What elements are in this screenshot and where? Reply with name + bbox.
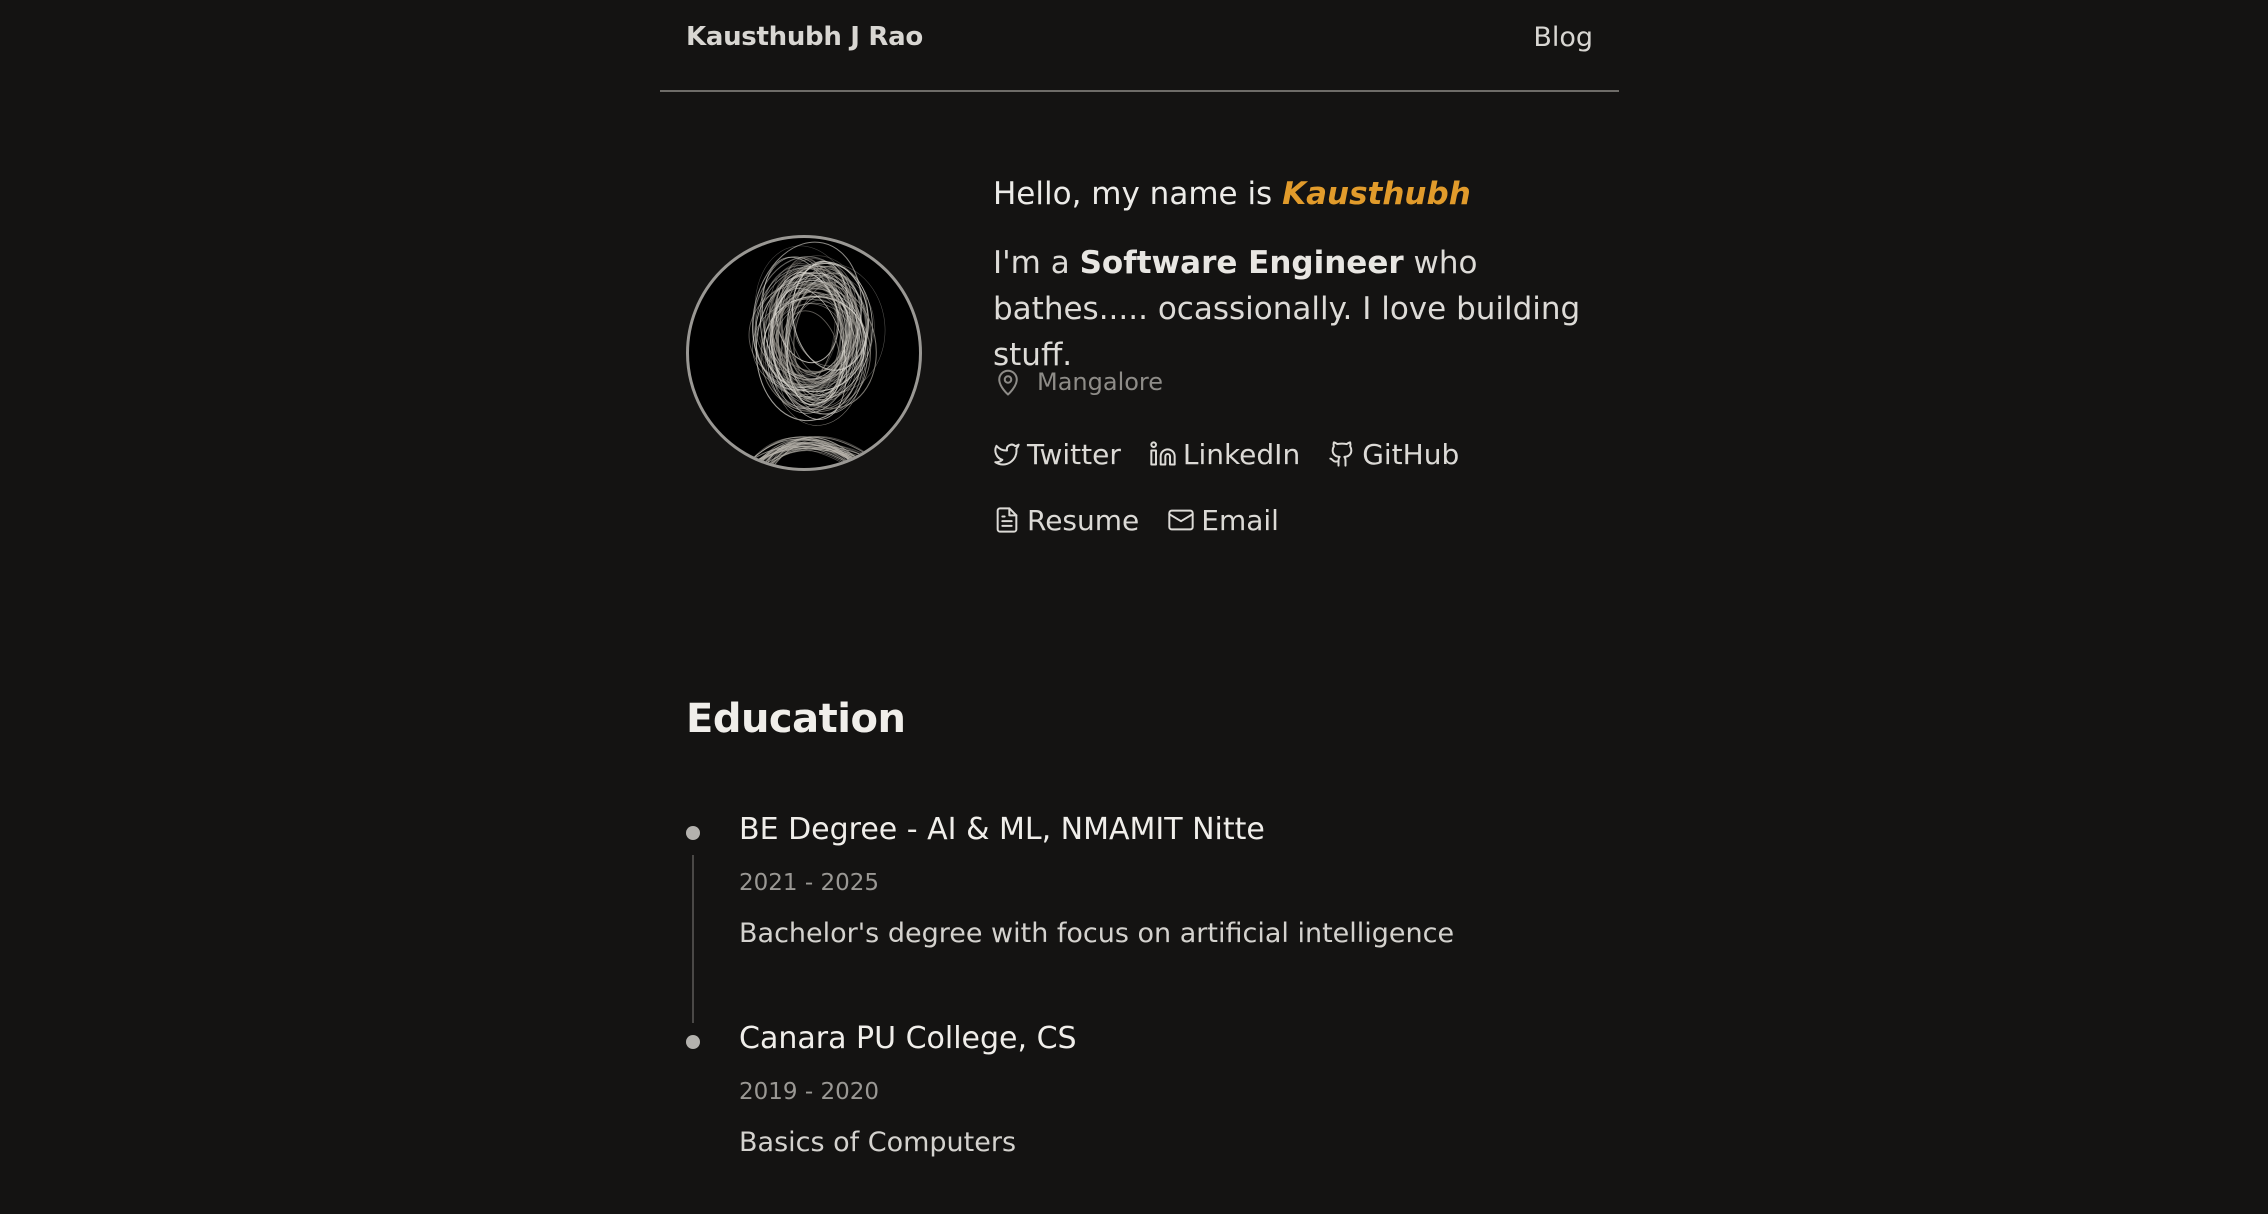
greeting: Hello, my name is Kausthubh (993, 176, 1471, 212)
avatar-sketch-image (739, 241, 891, 468)
top-nav: Kausthubh J Rao Blog (660, 0, 1619, 92)
page: Kausthubh J Rao Blog Hello, my name is K… (0, 0, 2268, 1214)
twitter-link[interactable]: Twitter (993, 434, 1121, 474)
site-name-link[interactable]: Kausthubh J Rao (686, 22, 923, 52)
twitter-label: Twitter (1027, 437, 1121, 471)
social-links: Twitter LinkedIn GitHub Resume Email (993, 434, 1613, 540)
map-pin-icon (993, 365, 1023, 399)
timeline-dot (686, 1035, 700, 1049)
education-description: Bachelor's degree with focus on artifici… (739, 918, 1455, 949)
greeting-name: Kausthubh (1282, 176, 1471, 212)
linkedin-icon (1149, 440, 1177, 468)
bio-role: Software Engineer (1079, 245, 1404, 281)
file-icon (993, 506, 1021, 534)
avatar (686, 235, 922, 471)
resume-label: Resume (1027, 503, 1140, 537)
education-heading: Education (686, 696, 906, 742)
timeline-dot (686, 826, 700, 840)
github-icon (1328, 440, 1356, 468)
education-title: BE Degree - AI & ML, NMAMIT Nitte (739, 812, 1265, 847)
github-label: GitHub (1362, 437, 1460, 471)
linkedin-link[interactable]: LinkedIn (1149, 434, 1300, 474)
greeting-text: Hello, my name is (993, 176, 1283, 212)
timeline-connector (692, 855, 694, 1023)
education-dates: 2021 - 2025 (739, 870, 879, 896)
blog-link[interactable]: Blog (1533, 22, 1593, 53)
bio-prefix: I'm a (993, 245, 1080, 281)
location-label: Mangalore (1037, 368, 1164, 396)
email-label: Email (1201, 503, 1279, 537)
education-dates: 2019 - 2020 (739, 1079, 879, 1105)
mail-icon (1167, 506, 1195, 534)
email-link[interactable]: Email (1167, 500, 1279, 540)
location: Mangalore (993, 364, 1163, 400)
twitter-icon (993, 440, 1021, 468)
linkedin-label: LinkedIn (1182, 437, 1301, 471)
resume-link[interactable]: Resume (993, 500, 1139, 540)
education-description: Basics of Computers (739, 1127, 1017, 1158)
education-title: Canara PU College, CS (739, 1021, 1077, 1056)
bio: I'm a Software Engineer who bathes..... … (993, 240, 1613, 378)
github-link[interactable]: GitHub (1328, 434, 1459, 474)
